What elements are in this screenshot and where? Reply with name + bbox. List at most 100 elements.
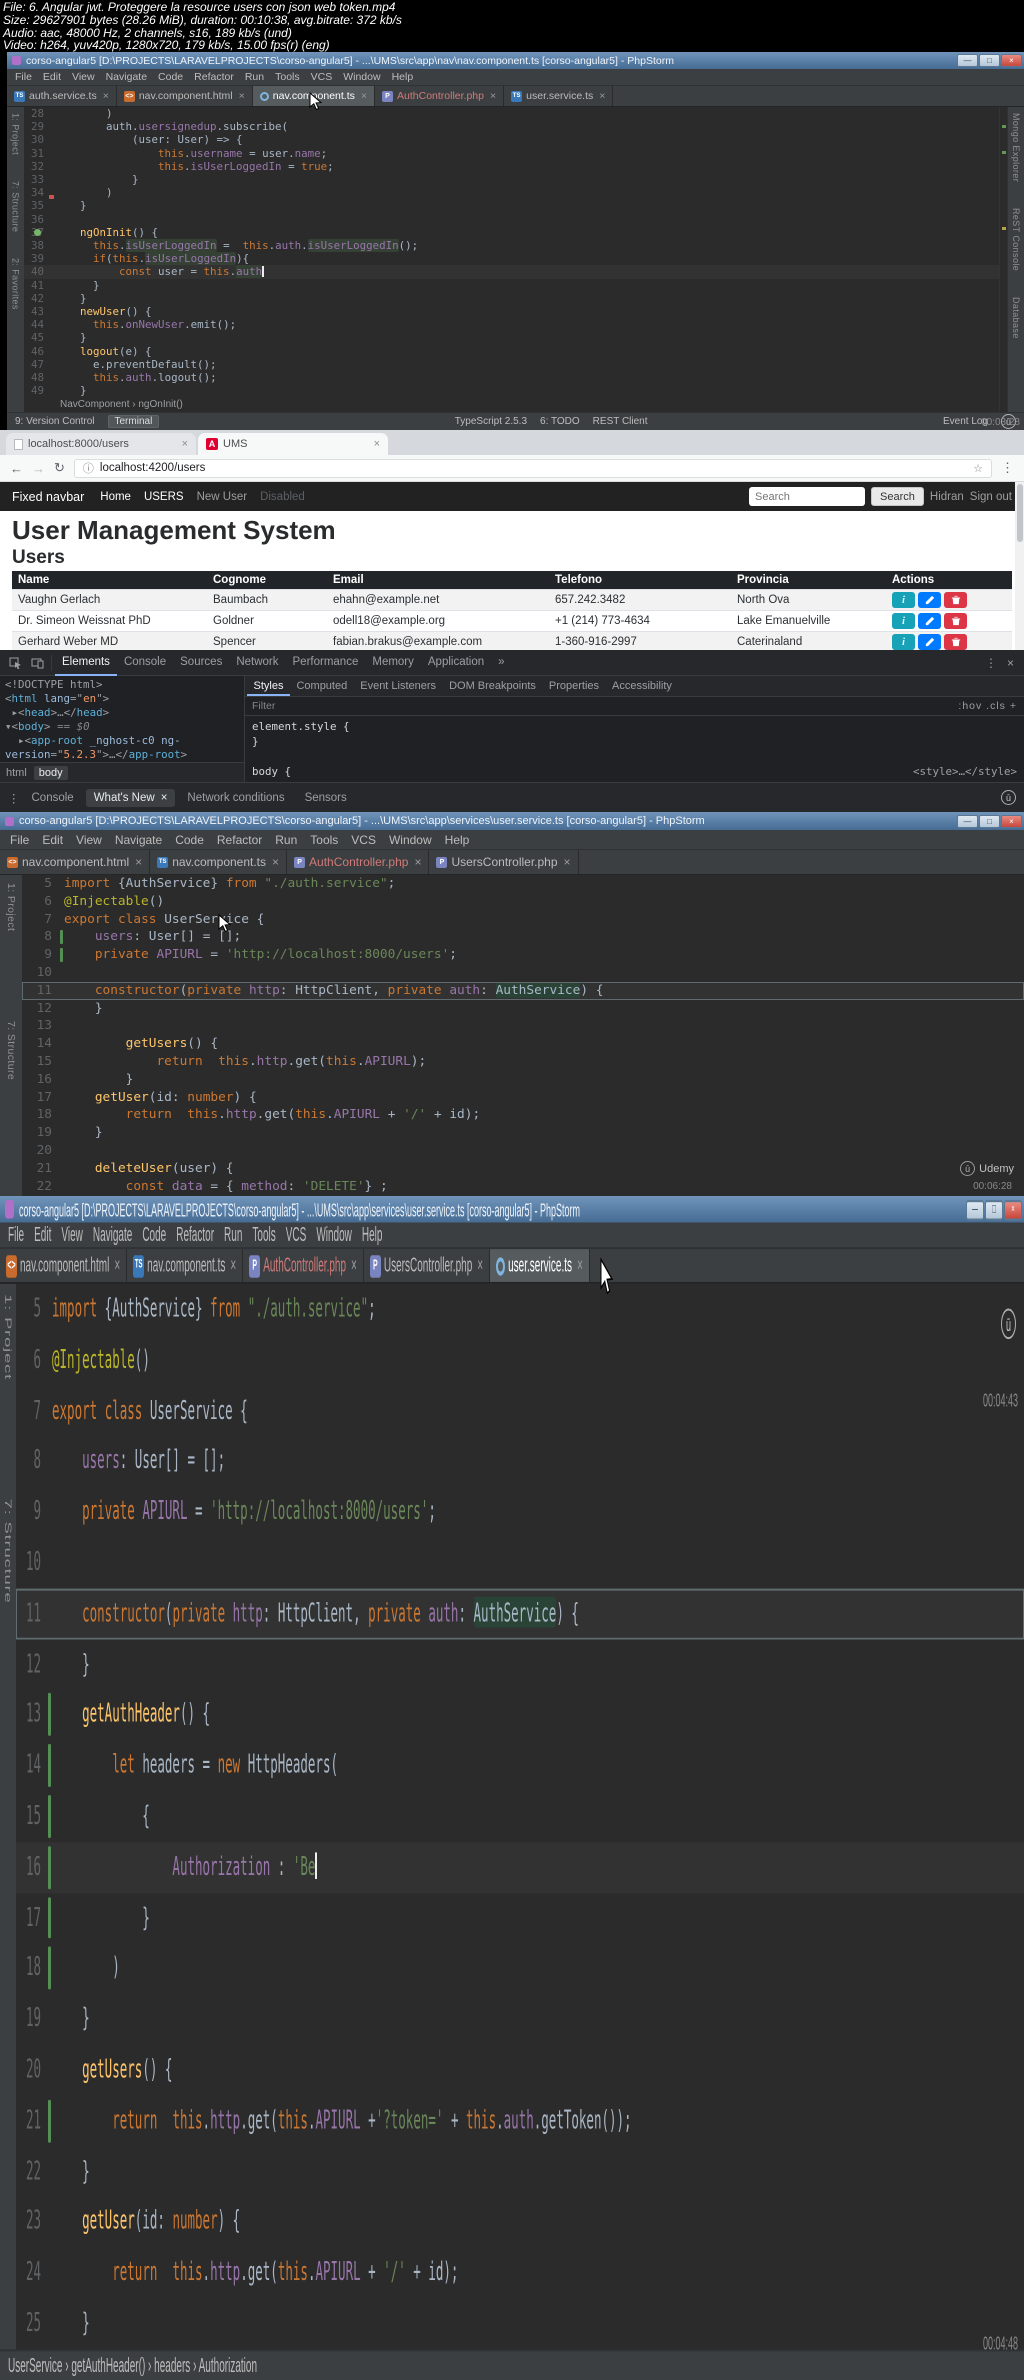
menu-item[interactable]: Navigate <box>106 71 147 83</box>
devtools-tab-elements[interactable]: Elements <box>55 650 117 676</box>
menu-item[interactable]: Help <box>392 71 414 83</box>
style-source-link[interactable]: <style>…</style> <box>913 764 1017 779</box>
minimize-button[interactable]: — <box>957 54 978 67</box>
tab-close-icon[interactable]: × <box>103 90 109 102</box>
menu-item[interactable]: Help <box>362 1224 383 1246</box>
tab-close-icon[interactable]: × <box>114 1254 120 1276</box>
menu-item[interactable]: Run <box>245 71 264 83</box>
menu-item[interactable]: View <box>72 71 95 83</box>
code-line[interactable]: ▸<app-root _nghost-c0 ng-version="5.2.3"… <box>5 734 244 762</box>
nav-link-signout[interactable]: Sign out <box>970 491 1012 503</box>
menu-item[interactable]: Code <box>142 1224 166 1246</box>
editor-tab[interactable]: <> nav.component.html × <box>116 86 253 106</box>
search-button[interactable]: Search <box>871 487 924 506</box>
tool-window-button[interactable]: 1: Project <box>3 1294 13 1380</box>
back-icon[interactable]: ← <box>10 461 23 476</box>
page-info-icon[interactable]: ⓘ <box>83 460 94 476</box>
accessibility-tab[interactable]: Accessibility <box>606 676 679 696</box>
delete-button[interactable] <box>944 634 967 650</box>
navbar-brand[interactable]: Fixed navbar <box>12 490 84 504</box>
tool-window-button[interactable]: 1: Project <box>5 883 17 931</box>
crumb-html[interactable]: html <box>6 767 27 779</box>
computed-tab[interactable]: Computed <box>290 676 354 696</box>
drawer-tab-close-icon[interactable]: × <box>161 792 168 804</box>
editor-tab[interactable]: TS nav.component.ts × <box>127 1249 244 1282</box>
reload-icon[interactable]: ↻ <box>54 460 65 476</box>
tool-window-button[interactable]: ReST Console <box>1011 208 1021 271</box>
menu-item[interactable]: VCS <box>286 1224 307 1246</box>
device-toolbar-icon[interactable] <box>26 657 48 669</box>
status-todo[interactable]: 6: TODO <box>540 416 580 427</box>
editor-tab[interactable]: TS nav.component.ts × <box>150 850 288 874</box>
devtools-tab-sources[interactable]: Sources <box>173 650 229 676</box>
menu-item[interactable]: Run <box>275 833 297 847</box>
editor-tab[interactable]: P AuthController.php × <box>243 1249 364 1282</box>
editor-scrollbar[interactable] <box>999 107 1007 412</box>
nav-link-new-user[interactable]: New User <box>197 491 247 503</box>
nav-link-users[interactable]: USERS <box>144 491 184 503</box>
page-scrollbar[interactable] <box>1015 482 1024 650</box>
code-line[interactable]: ▾<body> == $0 <box>5 720 244 734</box>
tab-close-icon[interactable]: × <box>135 855 142 869</box>
menu-item[interactable]: File <box>15 71 32 83</box>
event-listeners-tab[interactable]: Event Listeners <box>354 676 443 696</box>
drawer-tab-sensors[interactable]: Sensors <box>297 789 355 807</box>
styles-tab[interactable]: Styles <box>247 676 290 696</box>
editor-tab[interactable]: P AuthController.php × <box>287 850 430 874</box>
menu-item[interactable]: Edit <box>43 71 61 83</box>
editor-tab[interactable]: <> nav.component.html × <box>0 1249 128 1282</box>
edit-button[interactable] <box>918 613 941 629</box>
tab-close-icon[interactable]: × <box>351 1254 357 1276</box>
delete-button[interactable] <box>944 592 967 608</box>
menu-item[interactable]: Code <box>158 71 183 83</box>
menu-item[interactable]: Help <box>445 833 470 847</box>
nav-link-user[interactable]: Hidran <box>930 491 964 503</box>
tab-close-icon[interactable]: × <box>414 855 421 869</box>
tab-close-icon[interactable]: × <box>477 1254 483 1276</box>
dom-breakpoints-tab[interactable]: DOM Breakpoints <box>443 676 543 696</box>
chrome-menu-icon[interactable]: ⋮ <box>1001 460 1014 476</box>
tab-close-icon[interactable]: × <box>361 90 367 102</box>
tab-close-icon[interactable]: × <box>230 1254 236 1276</box>
status-rest-client[interactable]: REST Client <box>593 416 648 427</box>
menu-item[interactable]: Edit <box>42 833 63 847</box>
drawer-tab-console[interactable]: Console <box>24 789 82 807</box>
menu-item[interactable]: Window <box>389 833 432 847</box>
devtools-tab-application[interactable]: Application <box>421 650 491 676</box>
status-version-control[interactable]: 9: Version Control <box>15 416 95 427</box>
tool-window-button[interactable]: 7: Structure <box>5 1021 17 1080</box>
menu-item[interactable]: Tools <box>252 1224 275 1246</box>
editor-tab[interactable]: user.service.ts × <box>490 1249 590 1282</box>
body-style-rule[interactable]: body { <box>252 765 291 778</box>
menu-item[interactable]: VCS <box>311 71 333 83</box>
devtools-menu-icon[interactable]: ⋮ <box>985 656 997 670</box>
properties-tab[interactable]: Properties <box>542 676 605 696</box>
maximize-button[interactable]: □ <box>979 54 1000 67</box>
editor-tab[interactable]: TS user.service.ts × <box>504 86 614 106</box>
editor-tab[interactable]: P AuthController.php × <box>375 86 505 106</box>
tab-close-icon[interactable]: × <box>182 438 188 450</box>
window-titlebar[interactable]: corso-angular5 [D:\PROJECTS\LARAVELPROJE… <box>0 812 1024 830</box>
code-editor[interactable]: 5 import {AuthService} from "./auth.servi… <box>22 875 1024 1196</box>
browser-tab-active[interactable]: A UMS × <box>198 433 388 455</box>
close-button[interactable]: × <box>1001 814 1022 828</box>
close-button[interactable]: × <box>1001 54 1022 67</box>
menu-item[interactable]: Run <box>224 1224 242 1246</box>
browser-tab[interactable]: localhost:8000/users × <box>6 433 196 455</box>
code-editor[interactable]: 5 import {AuthService} from "./auth.servi… <box>16 1283 1024 2350</box>
minimize-button[interactable]: — <box>957 814 978 828</box>
search-input[interactable] <box>749 487 866 506</box>
forward-icon[interactable]: → <box>32 461 45 476</box>
menu-item[interactable]: View <box>61 1224 83 1246</box>
editor-tab[interactable]: P UsersController.php × <box>363 1249 491 1282</box>
code-line[interactable]: <html lang="en"> <box>5 692 244 706</box>
more-tabs-icon[interactable]: » <box>491 650 511 676</box>
code-line[interactable]: ▸<head>…</head> <box>5 706 244 720</box>
info-button[interactable]: i <box>892 613 915 629</box>
menu-item[interactable]: Window <box>343 71 380 83</box>
tab-close-icon[interactable]: × <box>577 1254 583 1276</box>
edit-button[interactable] <box>918 592 941 608</box>
inspect-element-icon[interactable] <box>4 657 26 669</box>
window-titlebar[interactable]: corso-angular5 [D:\PROJECTS\LARAVELPROJE… <box>0 1196 1024 1223</box>
tool-window-button[interactable]: 2: Favorites <box>11 258 21 310</box>
